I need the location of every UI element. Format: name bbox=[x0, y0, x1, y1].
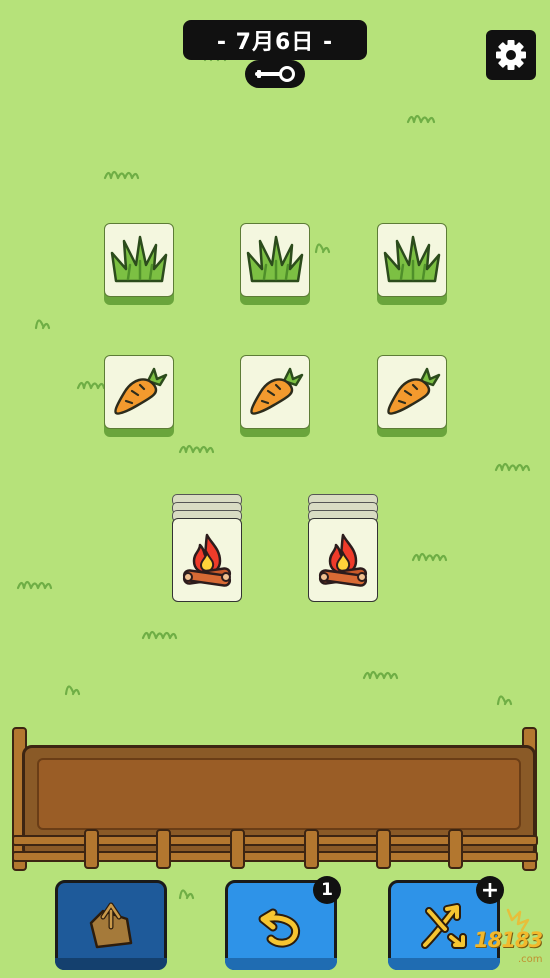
tile-campfire-1[interactable] bbox=[172, 518, 242, 602]
settings-button[interactable] bbox=[486, 30, 536, 80]
tile-stack-campfire-2 bbox=[308, 494, 378, 602]
key-icon bbox=[255, 66, 295, 82]
undo-count-badge: 1 bbox=[313, 876, 341, 904]
move-out-button[interactable] bbox=[55, 880, 167, 970]
campfire-icon bbox=[318, 533, 368, 587]
tile-carrot-1[interactable] bbox=[104, 355, 174, 437]
site-watermark: 18183 .com bbox=[468, 902, 550, 972]
campfire-icon bbox=[182, 533, 232, 587]
carrot-icon bbox=[114, 367, 168, 415]
grass-icon bbox=[246, 235, 304, 283]
watermark-domain: .com bbox=[518, 954, 543, 965]
grass-icon bbox=[383, 235, 441, 283]
gear-icon bbox=[496, 40, 526, 70]
watermark-text: 18183 bbox=[474, 928, 543, 952]
tile-stack-campfire-1 bbox=[172, 494, 242, 602]
tile-carrot-2[interactable] bbox=[240, 355, 310, 437]
tile-grass-3[interactable] bbox=[377, 223, 447, 305]
move-out-icon bbox=[89, 902, 133, 949]
grass-icon bbox=[110, 235, 168, 283]
tile-carrot-3[interactable] bbox=[377, 355, 447, 437]
tile-grass-2[interactable] bbox=[240, 223, 310, 305]
shuffle-icon bbox=[421, 903, 467, 949]
tile-grass-1[interactable] bbox=[104, 223, 174, 305]
shuffle-add-badge[interactable]: + bbox=[476, 876, 504, 904]
level-date-label: - 7月6日 - bbox=[183, 20, 367, 60]
tile-tray bbox=[8, 727, 542, 872]
carrot-icon bbox=[250, 367, 304, 415]
undo-icon bbox=[258, 908, 301, 948]
carrot-icon bbox=[387, 367, 441, 415]
key-indicator bbox=[245, 60, 305, 88]
tile-campfire-2[interactable] bbox=[308, 518, 378, 602]
